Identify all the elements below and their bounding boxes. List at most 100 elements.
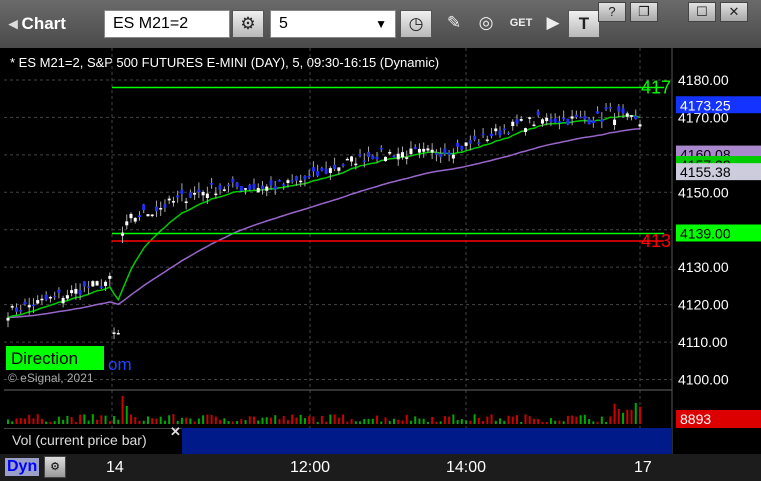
candle-body: [40, 298, 44, 301]
volume-bar: [418, 418, 421, 424]
volume-bar: [206, 414, 209, 424]
candle-body: [57, 289, 61, 293]
volume-bar: [380, 421, 383, 424]
candle-body: [426, 148, 430, 151]
volume-bar: [151, 418, 154, 424]
volume-bar: [558, 420, 561, 424]
candle-body: [540, 119, 544, 124]
volume-bar: [53, 421, 56, 424]
volume-bar: [108, 421, 111, 424]
volume-bar: [40, 418, 43, 424]
volume-bar: [231, 421, 234, 424]
volume-bar: [62, 419, 65, 424]
candle-body: [74, 288, 78, 294]
candle-body: [549, 119, 553, 123]
candle-body: [392, 155, 396, 158]
candle-body: [201, 192, 205, 196]
candle-body: [273, 186, 277, 190]
candle-body: [354, 163, 358, 166]
volume-bar: [163, 420, 166, 424]
candle-body: [379, 147, 383, 150]
y-tick-label: 4100.00: [678, 372, 729, 388]
candle-body: [197, 189, 201, 193]
volume-bar: [511, 416, 514, 424]
candle-body: [299, 180, 303, 183]
candle-body: [553, 118, 557, 123]
candle-body: [371, 155, 375, 160]
volume-bar: [448, 416, 451, 424]
close-icon[interactable]: ✕: [170, 424, 181, 440]
volume-bar: [244, 420, 247, 424]
volume-badge-text: 8893: [680, 411, 711, 427]
volume-bar: [214, 416, 217, 424]
dyn-settings-icon[interactable]: ⚙: [44, 456, 66, 478]
volume-bar: [202, 415, 205, 424]
candle-body: [27, 305, 31, 308]
candle-body: [214, 193, 218, 196]
volume-bar: [388, 420, 391, 424]
volume-bar: [79, 414, 82, 424]
volume-bar: [359, 421, 362, 424]
volume-bar: [219, 419, 222, 424]
volume-bar: [469, 420, 472, 424]
candle-body: [396, 153, 400, 160]
candle-body: [10, 306, 14, 308]
candle-body: [78, 290, 82, 295]
volume-bar: [312, 416, 315, 424]
candle-body: [498, 130, 502, 136]
candle-body: [290, 180, 294, 182]
candle-body: [562, 117, 566, 120]
candle-body: [48, 296, 52, 299]
volume-bar: [28, 414, 31, 424]
y-tick-label: 4180.00: [678, 72, 729, 88]
candle-body: [146, 214, 150, 217]
candle-body: [286, 180, 290, 184]
volume-bar: [439, 421, 442, 424]
volume-bar: [583, 414, 586, 424]
candle-body: [388, 151, 392, 154]
volume-bar: [11, 421, 14, 424]
candle-body: [443, 148, 447, 154]
volume-bar: [473, 414, 476, 424]
candle-body: [362, 160, 366, 162]
candle-body: [481, 133, 485, 136]
candle-body: [400, 152, 404, 158]
candle-body: [519, 119, 523, 121]
candle-body: [142, 204, 146, 211]
candle-body: [579, 116, 583, 119]
dyn-label[interactable]: Dyn: [5, 458, 40, 476]
candle-body: [129, 213, 133, 219]
candle-body: [265, 186, 269, 191]
candle-body: [477, 142, 481, 144]
volume-bar: [414, 416, 417, 424]
volume-bar: [435, 421, 438, 424]
volume-bar: [626, 409, 629, 424]
candle-body: [502, 128, 506, 130]
candle-body: [591, 120, 595, 124]
candle-body: [231, 178, 235, 183]
volume-bar: [257, 420, 260, 424]
candle-body: [210, 183, 214, 185]
volume-bar: [193, 421, 196, 424]
volume-bar: [308, 415, 311, 424]
watermark: © eSignal, 2021: [8, 371, 94, 385]
volume-bar: [36, 414, 39, 424]
candle-body: [235, 182, 239, 187]
candle-body: [227, 184, 231, 187]
candle-body: [222, 189, 226, 191]
volume-bar: [566, 415, 569, 424]
price-chart[interactable]: * ES M21=2, S&P 500 FUTURES E-MINI (DAY)…: [0, 0, 761, 454]
volume-bar: [350, 419, 353, 424]
candle-body: [557, 121, 561, 123]
candle-body: [536, 111, 540, 116]
volume-bar: [130, 414, 133, 424]
candle-body: [328, 168, 332, 173]
candle-body: [307, 175, 311, 178]
candle-body: [167, 198, 171, 201]
y-tick-label: 4150.00: [678, 184, 729, 200]
volume-bar: [405, 414, 408, 424]
candle-body: [31, 304, 35, 307]
volume-bar: [316, 421, 319, 424]
volume-bar: [588, 419, 591, 424]
candle-body: [511, 121, 515, 127]
